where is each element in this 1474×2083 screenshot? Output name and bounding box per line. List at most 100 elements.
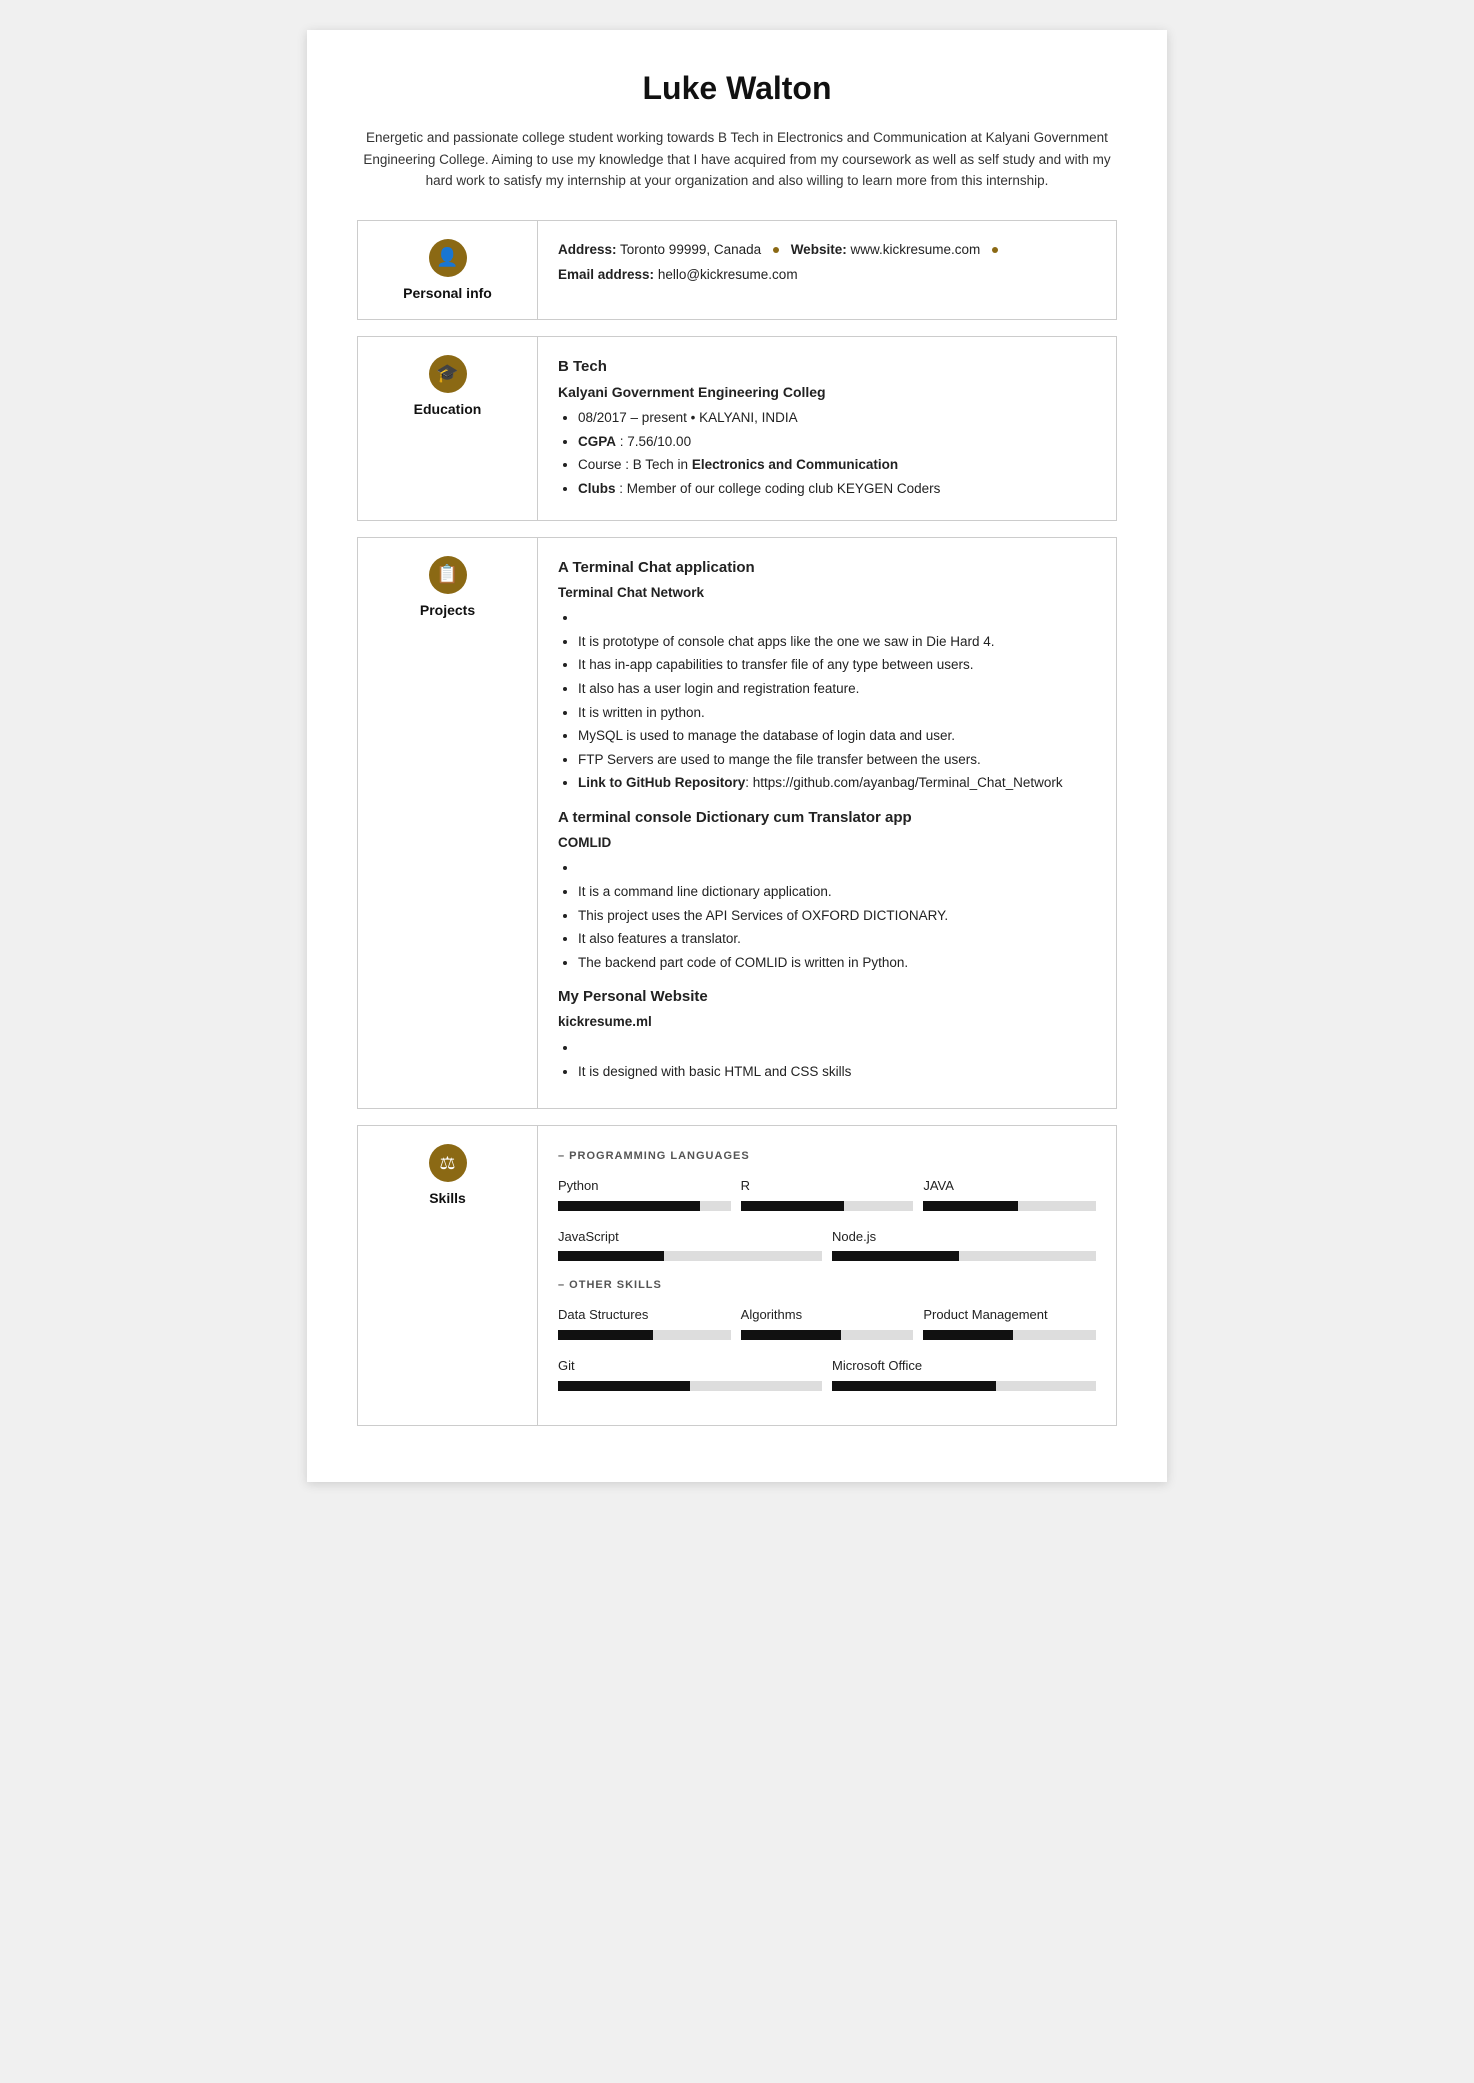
skill-bar-bg bbox=[923, 1330, 1096, 1340]
project-bullet-1-3: It also features a translator. bbox=[578, 928, 1096, 950]
project-bullet-0-4: It is written in python. bbox=[578, 702, 1096, 724]
project-title-1: A terminal console Dictionary cum Transl… bbox=[558, 806, 1096, 830]
programming-label: – PROGRAMMING LANGUAGES bbox=[558, 1148, 1096, 1166]
personal-info-left: 👤 Personal info bbox=[358, 221, 538, 319]
personal-info-title: Personal info bbox=[403, 285, 492, 301]
project-bullet-0-1: It is prototype of console chat apps lik… bbox=[578, 631, 1096, 653]
project-bullet-0-5: MySQL is used to manage the database of … bbox=[578, 725, 1096, 747]
project-bullet-1-2: This project uses the API Services of OX… bbox=[578, 905, 1096, 927]
project-bullet-0-3: It also has a user login and registratio… bbox=[578, 678, 1096, 700]
address-label: Address: bbox=[558, 242, 617, 257]
skill-item-product-management: Product Management bbox=[923, 1305, 1096, 1340]
education-section: 🎓 Education B Tech Kalyani Government En… bbox=[357, 336, 1117, 521]
skill-bar-fill bbox=[923, 1201, 1018, 1211]
skill-item-java: JAVA bbox=[923, 1176, 1096, 1211]
skill-name: Python bbox=[558, 1176, 731, 1197]
website-label: Website: bbox=[791, 242, 847, 257]
skill-item-data-structures: Data Structures bbox=[558, 1305, 731, 1340]
skills-icon: ⚖ bbox=[429, 1144, 467, 1182]
project-list-0: It is prototype of console chat apps lik… bbox=[558, 607, 1096, 794]
skill-item-r: R bbox=[741, 1176, 914, 1211]
website-value: www.kickresume.com bbox=[850, 242, 980, 257]
skill-bar-bg bbox=[558, 1330, 731, 1340]
skill-name: Node.js bbox=[832, 1227, 1096, 1248]
project-bullet-2-0 bbox=[578, 1037, 1096, 1059]
project-bullet-0-6: FTP Servers are used to mange the file t… bbox=[578, 749, 1096, 771]
edu-school: Kalyani Government Engineering Colleg bbox=[558, 381, 1096, 403]
skill-bar-fill bbox=[923, 1330, 1013, 1340]
skill-item-microsoft-office: Microsoft Office bbox=[832, 1356, 1096, 1391]
edu-detail-item: CGPA : 7.56/10.00 bbox=[578, 431, 1096, 453]
programming-skills-grid-2: JavaScript Node.js bbox=[558, 1227, 1096, 1262]
other-skills-grid-2: Git Microsoft Office bbox=[558, 1356, 1096, 1391]
edu-detail-item: Clubs : Member of our college coding clu… bbox=[578, 478, 1096, 500]
skill-bar-fill bbox=[558, 1251, 664, 1261]
skill-item-algorithms: Algorithms bbox=[741, 1305, 914, 1340]
skill-name: Data Structures bbox=[558, 1305, 731, 1326]
skill-item-javascript: JavaScript bbox=[558, 1227, 822, 1262]
skill-name: Algorithms bbox=[741, 1305, 914, 1326]
skill-item-python: Python bbox=[558, 1176, 731, 1211]
projects-left: 📋 Projects bbox=[358, 538, 538, 1109]
email-line: Email address: hello@kickresume.com bbox=[558, 264, 1096, 286]
project-bullet-0-0 bbox=[578, 607, 1096, 629]
education-icon: 🎓 bbox=[429, 355, 467, 393]
skill-bar-bg bbox=[741, 1201, 914, 1211]
edu-detail-item: Course : B Tech in Electronics and Commu… bbox=[578, 454, 1096, 476]
skill-name: Microsoft Office bbox=[832, 1356, 1096, 1377]
skill-name: JAVA bbox=[923, 1176, 1096, 1197]
resume-container: Luke Walton Energetic and passionate col… bbox=[307, 30, 1167, 1482]
skill-bar-bg bbox=[558, 1201, 731, 1211]
other-skills-grid: Data Structures Algorithms Product Manag… bbox=[558, 1305, 1096, 1340]
edu-detail-item: 08/2017 – present • KALYANI, INDIA bbox=[578, 407, 1096, 429]
project-bullet-1-4: The backend part code of COMLID is writt… bbox=[578, 952, 1096, 974]
education-content: B Tech Kalyani Government Engineering Co… bbox=[538, 337, 1116, 520]
skill-name: JavaScript bbox=[558, 1227, 822, 1248]
skill-bar-bg bbox=[741, 1330, 914, 1340]
address-line: Address: Toronto 99999, Canada Website: … bbox=[558, 239, 1096, 261]
skill-name: Product Management bbox=[923, 1305, 1096, 1326]
edu-details-list: 08/2017 – present • KALYANI, INDIACGPA :… bbox=[558, 407, 1096, 499]
programming-skills-grid: Python R JAVA bbox=[558, 1176, 1096, 1211]
skill-bar-bg bbox=[923, 1201, 1096, 1211]
skill-bar-fill bbox=[832, 1251, 959, 1261]
skill-bar-fill bbox=[741, 1330, 841, 1340]
skill-bar-fill bbox=[558, 1330, 653, 1340]
project-bullet-0-7: Link to GitHub Repository: https://githu… bbox=[578, 772, 1096, 794]
candidate-name: Luke Walton bbox=[357, 70, 1117, 107]
projects-section: 📋 Projects A Terminal Chat applicationTe… bbox=[357, 537, 1117, 1110]
skill-item-node.js: Node.js bbox=[832, 1227, 1096, 1262]
email-label: Email address: bbox=[558, 267, 654, 282]
personal-info-icon: 👤 bbox=[429, 239, 467, 277]
project-subtitle-1: COMLID bbox=[558, 832, 1096, 854]
skills-title: Skills bbox=[429, 1190, 466, 1206]
project-bullet-0-2: It has in-app capabilities to transfer f… bbox=[578, 654, 1096, 676]
personal-info-section: 👤 Personal info Address: Toronto 99999, … bbox=[357, 220, 1117, 320]
projects-icon: 📋 bbox=[429, 556, 467, 594]
skill-bar-bg bbox=[832, 1381, 1096, 1391]
email-value: hello@kickresume.com bbox=[658, 267, 798, 282]
project-title-2: My Personal Website bbox=[558, 985, 1096, 1009]
summary-text: Energetic and passionate college student… bbox=[357, 127, 1117, 192]
project-list-1: It is a command line dictionary applicat… bbox=[558, 857, 1096, 973]
skill-bar-bg bbox=[558, 1381, 822, 1391]
education-left: 🎓 Education bbox=[358, 337, 538, 520]
skill-bar-fill bbox=[741, 1201, 845, 1211]
skills-section: ⚖ Skills – PROGRAMMING LANGUAGES Python … bbox=[357, 1125, 1117, 1425]
skill-bar-fill bbox=[558, 1381, 690, 1391]
edu-degree: B Tech bbox=[558, 355, 1096, 379]
education-title: Education bbox=[414, 401, 482, 417]
project-bullet-1-0 bbox=[578, 857, 1096, 879]
skill-name: Git bbox=[558, 1356, 822, 1377]
skill-item-git: Git bbox=[558, 1356, 822, 1391]
skill-bar-bg bbox=[832, 1251, 1096, 1261]
skills-content: – PROGRAMMING LANGUAGES Python R JAVA Ja… bbox=[538, 1126, 1116, 1424]
skill-name: R bbox=[741, 1176, 914, 1197]
project-subtitle-2: kickresume.ml bbox=[558, 1011, 1096, 1033]
skill-bar-fill bbox=[558, 1201, 700, 1211]
dot-separator bbox=[773, 247, 779, 253]
dot-separator-2 bbox=[992, 247, 998, 253]
projects-title: Projects bbox=[420, 602, 475, 618]
other-skills-label: – OTHER SKILLS bbox=[558, 1277, 1096, 1295]
project-list-2: It is designed with basic HTML and CSS s… bbox=[558, 1037, 1096, 1082]
